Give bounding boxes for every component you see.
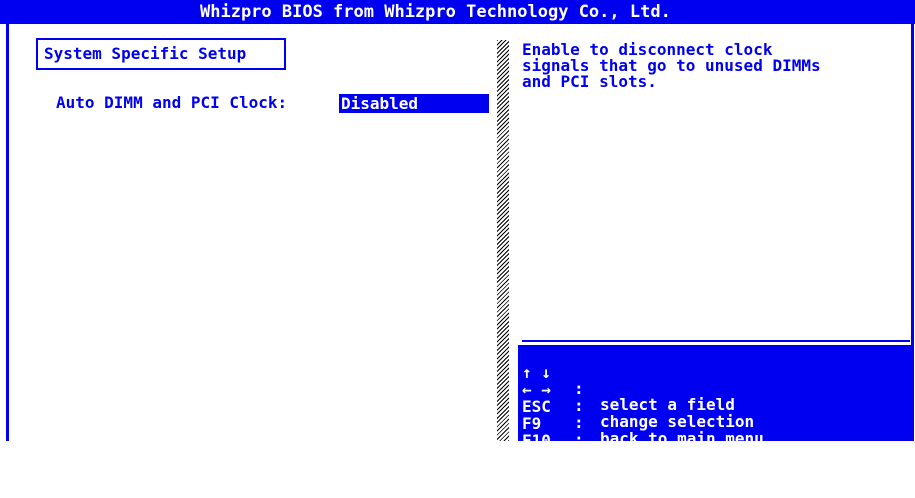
panel-divider [497, 40, 509, 441]
left-frame-border [6, 24, 9, 441]
key-desc: load default CMOS settings [600, 446, 851, 465]
key-colon: : [574, 447, 584, 466]
bios-title: Whizpro BIOS from Whizpro Technology Co.… [200, 2, 671, 22]
title-bar: Whizpro BIOS from Whizpro Technology Co.… [0, 0, 915, 24]
auto-dimm-pci-clock-value[interactable]: Disabled [339, 94, 489, 113]
help-separator [522, 340, 910, 342]
key-legend-row: ↑ ↓ : select a field [518, 349, 911, 413]
section-title: System Specific Setup [36, 38, 286, 70]
key-legend-row: F10 : save settings and exit [518, 417, 911, 481]
key-desc: save settings and exit [600, 463, 812, 482]
key-f10: F10 [522, 431, 551, 450]
key-legend-row: F9 : load default CMOS settings [518, 400, 911, 464]
key-colon: : [574, 430, 584, 449]
auto-dimm-pci-clock-label: Auto DIMM and PCI Clock: [56, 93, 288, 112]
key-legend-row: ← → : change selection [518, 366, 911, 430]
help-text: Enable to disconnect clock signals that … [522, 40, 821, 91]
right-frame-border [911, 24, 914, 441]
key-legend: ↑ ↓ : select a field ← → : change select… [518, 345, 911, 481]
key-legend-row: ESC : back to main menu [518, 383, 911, 447]
key-desc: back to main menu [600, 429, 764, 448]
